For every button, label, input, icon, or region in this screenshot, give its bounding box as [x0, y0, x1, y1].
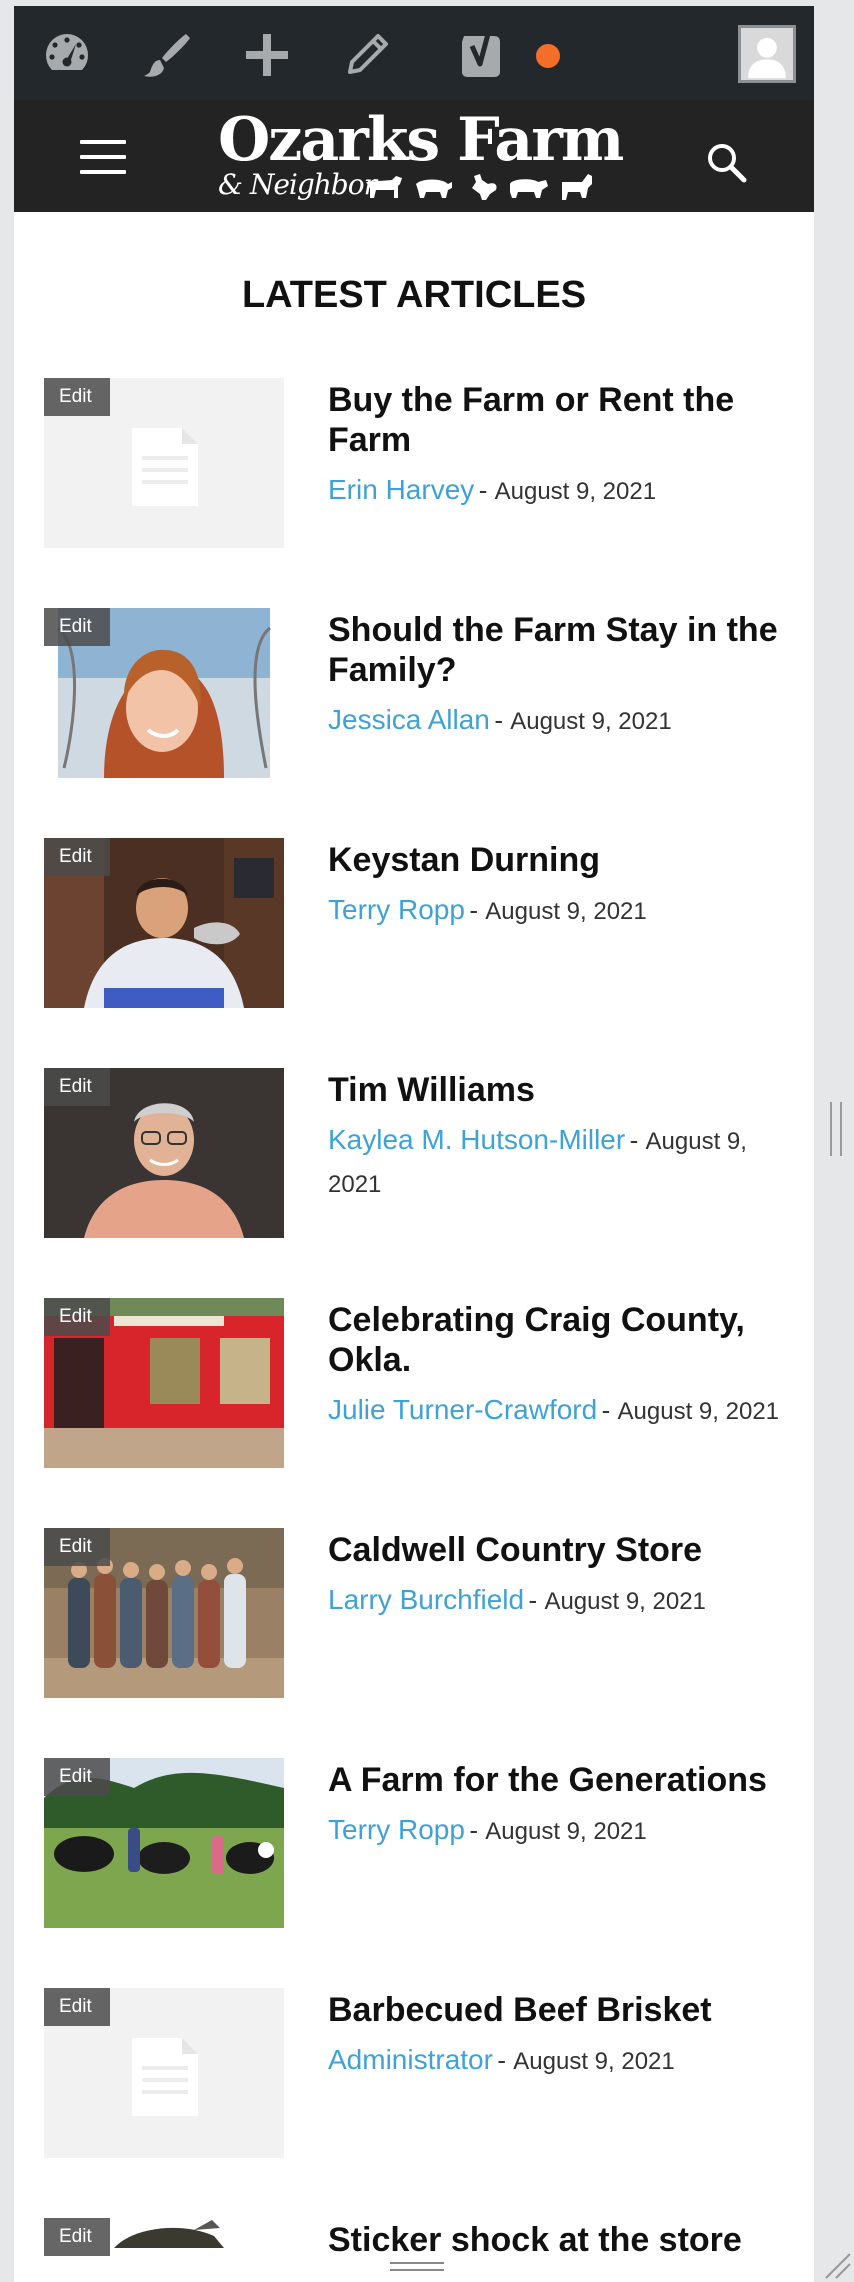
site-header: Ozarks Farm & Neighbor [14, 100, 814, 212]
article-title[interactable]: Should the Farm Stay in the Family? [328, 610, 798, 690]
new-content-plus-icon[interactable] [240, 28, 294, 82]
notification-dot [536, 44, 560, 68]
article-thumbnail[interactable]: Edit [44, 1528, 284, 1698]
meta-separator: - [469, 1815, 486, 1845]
article-thumbnail[interactable]: Edit [44, 1758, 284, 1928]
meta-separator: - [528, 1585, 545, 1615]
edit-button[interactable]: Edit [44, 1298, 110, 1336]
article-item: Edit Celebrating Craig County, Okla. Jul… [44, 1298, 804, 1468]
article-title[interactable]: Buy the Farm or Rent the Farm [328, 380, 798, 460]
edit-button[interactable]: Edit [44, 1528, 110, 1566]
edit-button[interactable]: Edit [44, 1988, 110, 2026]
article-item: Edit Caldwell Country Store Larry Burchf… [44, 1528, 804, 1698]
meta-separator: - [629, 1125, 646, 1155]
article-item: Edit A Farm for the Generations Terry Ro… [44, 1758, 804, 1928]
admin-bar [14, 6, 814, 100]
edit-button[interactable]: Edit [44, 2218, 110, 2256]
yoast-seo-icon[interactable] [454, 28, 508, 82]
article-thumbnail[interactable]: Edit [44, 1988, 284, 2158]
edit-button[interactable]: Edit [44, 1068, 110, 1106]
scrollbar-handle[interactable] [830, 1102, 842, 1156]
article-item: Edit Should the Farm Stay in the Family?… [44, 608, 804, 778]
edit-pencil-icon[interactable] [340, 28, 394, 82]
edit-button[interactable]: Edit [44, 608, 110, 646]
article-item: Edit Barbecued Beef Brisket Administrato… [44, 1988, 804, 2158]
article-date: August 9, 2021 [544, 1588, 706, 1615]
article-date: August 9, 2021 [494, 478, 657, 505]
article-date: August 9, 2021 [617, 1398, 780, 1425]
article-title[interactable]: Tim Williams [328, 1070, 798, 1110]
article-item: Edit Tim Williams Kaylea M. Hutson-Mille… [44, 1068, 804, 1238]
article-item: Edit Buy the Farm or Rent the Farm Erin … [44, 378, 804, 548]
article-title[interactable]: A Farm for the Generations [328, 1760, 798, 1800]
article-title[interactable]: Celebrating Craig County, Okla. [328, 1300, 798, 1380]
dashboard-icon[interactable] [40, 28, 94, 82]
customize-brush-icon[interactable] [140, 28, 194, 82]
farm-animals-icon [366, 174, 592, 200]
article-author[interactable]: Terry Ropp [328, 894, 465, 925]
article-author[interactable]: Larry Burchfield [328, 1584, 524, 1615]
meta-separator: - [478, 475, 495, 505]
section-title: LATEST ARTICLES [241, 274, 587, 316]
edit-button[interactable]: Edit [44, 838, 110, 876]
page-frame: Ozarks Farm & Neighbor LATEST ARTICLES E… [14, 6, 814, 2282]
article-thumbnail[interactable]: Edit [44, 378, 284, 548]
article-thumbnail[interactable]: Edit [44, 1298, 284, 1468]
article-thumbnail[interactable]: Edit [44, 1068, 284, 1238]
article-title[interactable]: Keystan Durning [328, 840, 798, 880]
logo-subtitle: & Neighbor [218, 168, 377, 201]
article-author[interactable]: Administrator [328, 2044, 493, 2075]
bottom-bar [0, 2252, 854, 2282]
article-title[interactable]: Caldwell Country Store [328, 1530, 798, 1570]
resize-handle-icon[interactable] [820, 2240, 854, 2280]
search-icon[interactable] [704, 140, 748, 184]
article-date: August 9, 2021 [510, 708, 672, 735]
meta-separator: - [497, 2045, 514, 2075]
article-title[interactable]: Barbecued Beef Brisket [328, 1990, 798, 2030]
edit-button[interactable]: Edit [44, 378, 110, 416]
site-logo[interactable]: Ozarks Farm & Neighbor [204, 105, 644, 206]
article-author[interactable]: Kaylea M. Hutson-Miller [328, 1124, 625, 1155]
meta-separator: - [494, 705, 511, 735]
article-author[interactable]: Jessica Allan [328, 704, 490, 735]
article-thumbnail[interactable]: Edit [44, 838, 284, 1008]
meta-separator: - [601, 1395, 618, 1425]
article-author[interactable]: Julie Turner-Crawford [328, 1394, 597, 1425]
article-date: August 9, 2021 [513, 2048, 675, 2075]
drag-grip-icon[interactable] [390, 2262, 444, 2274]
article-date: August 9, 2021 [485, 1818, 647, 1845]
user-avatar-icon[interactable] [738, 25, 796, 83]
logo-title: Ozarks Farm [218, 105, 624, 175]
meta-separator: - [469, 895, 486, 925]
article-item: Edit Keystan Durning Terry Ropp - August… [44, 838, 804, 1008]
edit-button[interactable]: Edit [44, 1758, 110, 1796]
article-author[interactable]: Terry Ropp [328, 1814, 465, 1845]
article-date: August 9, 2021 [485, 898, 647, 925]
hamburger-menu-icon[interactable] [80, 140, 128, 176]
article-author[interactable]: Erin Harvey [328, 474, 474, 505]
article-thumbnail[interactable]: Edit [44, 608, 284, 778]
